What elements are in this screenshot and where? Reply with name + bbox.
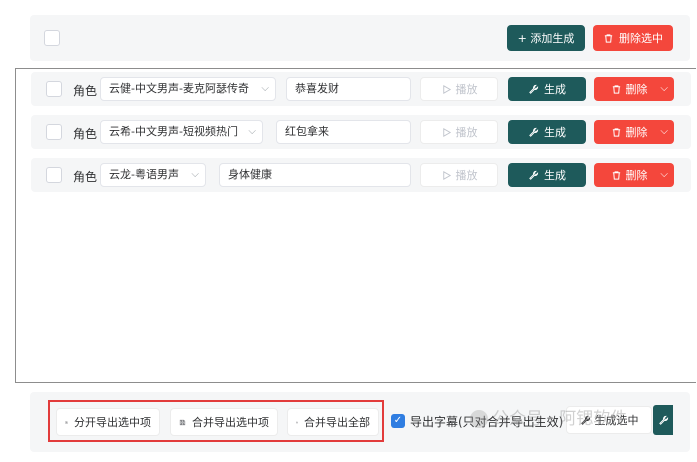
top-toolbar: + 添加生成 删除选中 bbox=[30, 15, 690, 61]
export-subtitle-checkbox[interactable]: ✓ bbox=[391, 414, 405, 428]
generate-all-button[interactable] bbox=[653, 405, 673, 435]
text-input[interactable]: 身体健康 bbox=[219, 163, 411, 187]
trash-icon bbox=[604, 33, 613, 43]
delete-selected-button[interactable]: 删除选中 bbox=[593, 25, 673, 51]
merge-export-all-button[interactable]: 合并导出全部 bbox=[287, 408, 379, 436]
delete-button[interactable]: 删除 ⌵ bbox=[594, 77, 674, 101]
wrench-icon bbox=[658, 415, 668, 425]
trash-icon bbox=[612, 84, 620, 94]
rows-panel: 角色 云健-中文男声-麦克阿瑟传奇 ⌵ 恭喜发财 播放 生成 删除 ⌵ 角色 云… bbox=[15, 68, 696, 383]
play-icon bbox=[442, 84, 451, 94]
list-item: 角色 云希-中文男声-短视频热门 ⌵ 红包拿来 播放 生成 删除 ⌵ bbox=[31, 115, 691, 149]
role-label: 角色 bbox=[73, 84, 98, 98]
play-icon bbox=[442, 170, 451, 180]
split-export-selected-button[interactable]: 分开导出选中项 bbox=[56, 408, 160, 436]
row-checkbox[interactable] bbox=[46, 167, 62, 183]
chevron-down-icon: ⌵ bbox=[261, 83, 269, 94]
save-icon bbox=[179, 419, 186, 425]
generate-button[interactable]: 生成 bbox=[508, 77, 586, 101]
role-label: 角色 bbox=[73, 127, 98, 141]
generate-button[interactable]: 生成 bbox=[508, 163, 586, 187]
row-checkbox[interactable] bbox=[46, 81, 62, 97]
merge-export-selected-button[interactable]: 合并导出选中项 bbox=[170, 408, 278, 436]
trash-icon bbox=[612, 127, 620, 137]
select-all-checkbox[interactable] bbox=[44, 30, 60, 46]
generate-selected-button[interactable]: 生成选中 bbox=[566, 406, 652, 434]
play-button[interactable]: 播放 bbox=[420, 163, 498, 187]
add-generation-button[interactable]: + 添加生成 bbox=[507, 25, 585, 51]
play-button[interactable]: 播放 bbox=[420, 120, 498, 144]
chevron-down-icon[interactable]: ⌵ bbox=[660, 126, 668, 137]
text-input[interactable]: 恭喜发财 bbox=[286, 77, 411, 101]
chevron-down-icon[interactable]: ⌵ bbox=[660, 169, 668, 180]
export-subtitle-label: 导出字幕(只对合并导出生效) bbox=[410, 415, 564, 429]
voice-select[interactable]: 云健-中文男声-麦克阿瑟传奇 ⌵ bbox=[100, 77, 276, 101]
voice-select[interactable]: 云希-中文男声-短视频热门 ⌵ bbox=[100, 120, 263, 144]
wrench-icon bbox=[529, 170, 539, 180]
app-window: + 添加生成 删除选中 角色 云健-中文男声-麦克阿瑟传奇 ⌵ 恭喜发财 播放 … bbox=[0, 0, 697, 462]
voice-select[interactable]: 云龙-粤语男声 ⌵ bbox=[100, 163, 206, 187]
save-icon bbox=[65, 420, 68, 424]
play-icon bbox=[442, 127, 451, 137]
export-button-group: 分开导出选中项 合并导出选中项 合并导出全部 bbox=[48, 400, 384, 442]
role-label: 角色 bbox=[73, 170, 98, 184]
trash-icon bbox=[612, 170, 620, 180]
play-button[interactable]: 播放 bbox=[420, 77, 498, 101]
list-item: 角色 云龙-粤语男声 ⌵ 身体健康 播放 生成 删除 ⌵ bbox=[31, 158, 691, 192]
wrench-icon bbox=[529, 84, 539, 94]
delete-button[interactable]: 删除 ⌵ bbox=[594, 163, 674, 187]
chevron-down-icon: ⌵ bbox=[191, 169, 199, 180]
list-item: 角色 云健-中文男声-麦克阿瑟传奇 ⌵ 恭喜发财 播放 生成 删除 ⌵ bbox=[31, 72, 691, 106]
save-icon bbox=[296, 421, 298, 423]
wrench-icon bbox=[580, 415, 590, 425]
generate-button[interactable]: 生成 bbox=[508, 120, 586, 144]
delete-button[interactable]: 删除 ⌵ bbox=[594, 120, 674, 144]
text-input[interactable]: 红包拿来 bbox=[276, 120, 411, 144]
chevron-down-icon[interactable]: ⌵ bbox=[660, 83, 668, 94]
row-checkbox[interactable] bbox=[46, 124, 62, 140]
wrench-icon bbox=[529, 127, 539, 137]
chevron-down-icon: ⌵ bbox=[248, 126, 256, 137]
